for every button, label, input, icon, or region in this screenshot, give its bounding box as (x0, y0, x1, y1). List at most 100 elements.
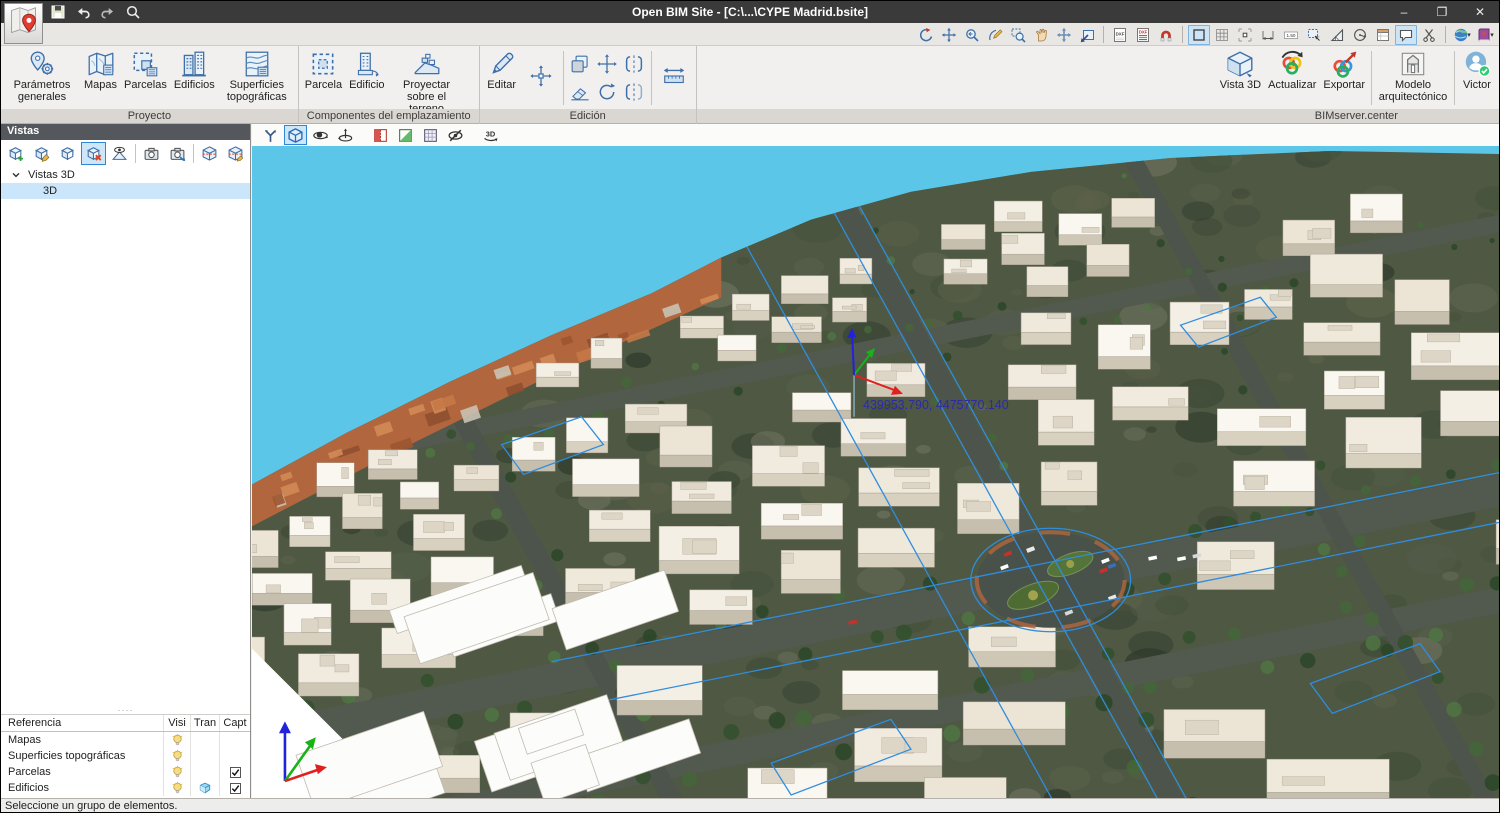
transparency-cube-icon[interactable] (190, 732, 219, 748)
clip-box-edit-icon[interactable] (223, 142, 248, 165)
ribbon-button-actualizar[interactable]: Actualizar (1265, 47, 1319, 93)
dimension-icon[interactable] (1257, 25, 1279, 45)
minimize-button[interactable]: – (1385, 1, 1423, 23)
visibility-bulb-icon[interactable] (163, 780, 190, 796)
ribbon-group-label: Componentes del emplazamiento (299, 109, 479, 124)
ribbon-button-edificio[interactable]: Edificio (346, 47, 387, 93)
hide-elements-icon[interactable] (444, 125, 467, 145)
orbit-center-icon[interactable] (1349, 25, 1371, 45)
angle-icon[interactable] (1326, 25, 1348, 45)
snap-magnet-icon[interactable] (1155, 25, 1177, 45)
redo-icon[interactable] (99, 3, 117, 21)
dxf-layers-icon[interactable]: DXF (1132, 25, 1154, 45)
transparency-cube-icon[interactable] (190, 748, 219, 764)
capture-checkbox[interactable] (219, 732, 250, 748)
ribbon-button-label: Edificio (349, 79, 384, 91)
ribbon-button-mirror-axis[interactable] (621, 50, 648, 78)
axes-tripod-icon[interactable] (259, 125, 282, 145)
dxf-template-icon[interactable]: DXF (1109, 25, 1131, 45)
3d-viewport-canvas[interactable]: 439953.790, 4475770.140 (252, 146, 1499, 798)
redraw-icon[interactable] (984, 25, 1006, 45)
ribbon-button-erase[interactable] (567, 78, 594, 106)
web-icon[interactable]: ▾ (1451, 25, 1473, 45)
table-row[interactable]: Parcelas (1, 764, 250, 780)
comment-icon[interactable] (1395, 25, 1417, 45)
solid-view-icon[interactable] (284, 125, 307, 145)
tree-root-label: Vistas 3D (28, 169, 75, 181)
layers-panel-icon[interactable] (1372, 25, 1394, 45)
import-view-icon[interactable] (1076, 25, 1098, 45)
ribbon-button-vista-3d[interactable]: Vista 3D (1217, 47, 1264, 93)
app-menu-button[interactable] (4, 3, 43, 44)
ribbon-button-modelo-arquitectonico[interactable]: Modelo arquitectónico (1375, 47, 1451, 105)
ortho-square-icon[interactable] (1188, 25, 1210, 45)
zoom-window-icon[interactable] (1007, 25, 1029, 45)
clip-box-icon[interactable] (197, 142, 222, 165)
export-screenshot-icon[interactable] (165, 142, 190, 165)
cut-icon[interactable] (1418, 25, 1440, 45)
ribbon-button-edificios[interactable]: Edificios (171, 47, 218, 93)
ribbon-group-3: Vista 3DActualizarExportarModelo arquite… (1214, 46, 1499, 124)
zoom-previous-icon[interactable] (961, 25, 983, 45)
ribbon-button-parcela[interactable]: Parcela (302, 47, 345, 93)
screenshot-icon[interactable] (139, 142, 164, 165)
orbit-view-icon[interactable] (309, 125, 332, 145)
rotate-3d-icon[interactable]: 3D (479, 125, 502, 145)
edit-view-icon[interactable] (29, 142, 54, 165)
section-fill-icon[interactable] (369, 125, 392, 145)
orbit-icon[interactable] (915, 25, 937, 45)
textures-icon[interactable] (394, 125, 417, 145)
help-book-icon[interactable]: ▾ (1474, 25, 1496, 45)
ribbon-button-exportar[interactable]: Exportar (1320, 47, 1368, 93)
ribbon-button-parcelas[interactable]: Parcelas (121, 47, 170, 93)
selection-window-icon[interactable] (1303, 25, 1325, 45)
pan-icon[interactable] (1030, 25, 1052, 45)
save-icon[interactable] (49, 3, 67, 21)
column-header-referencia[interactable]: Referencia (1, 717, 163, 729)
ribbon-button-copy[interactable] (567, 50, 594, 78)
perspective-icon[interactable] (107, 142, 132, 165)
dimension-150-icon[interactable]: 1.50 (1280, 25, 1302, 45)
ribbon-button-victor[interactable]: Victor (1458, 47, 1496, 93)
table-row[interactable]: Edificios (1, 780, 250, 796)
visibility-bulb-icon[interactable] (163, 764, 190, 780)
table-row[interactable]: Superficies topográficas (1, 748, 250, 764)
grid-icon[interactable] (1211, 25, 1233, 45)
column-header-tran[interactable]: Tran (190, 715, 219, 731)
visibility-bulb-icon[interactable] (163, 748, 190, 764)
ribbon-button-proyectar-sobre-el-terreno[interactable]: Proyectar sobre el terreno (389, 47, 465, 117)
capture-checkbox[interactable] (219, 780, 250, 796)
duplicate-view-icon[interactable] (55, 142, 80, 165)
close-button[interactable]: ✕ (1461, 1, 1499, 23)
ribbon-button-superficies-topograficas[interactable]: Superficies topográficas (219, 47, 295, 105)
table-row[interactable]: Mapas (1, 732, 250, 748)
move-view-icon[interactable] (1053, 25, 1075, 45)
ribbon-button-mapas[interactable]: Mapas (81, 47, 120, 93)
visibility-bulb-icon[interactable] (163, 732, 190, 748)
column-header-capt[interactable]: Capt (219, 715, 250, 731)
maximize-button[interactable]: ❐ (1423, 1, 1461, 23)
ribbon-button-editar[interactable]: Editar (483, 47, 521, 93)
ribbon-button-rotate[interactable] (594, 78, 621, 106)
delete-view-icon[interactable] (81, 142, 106, 165)
search-icon[interactable] (124, 3, 142, 21)
column-header-visi[interactable]: Visi (163, 715, 190, 731)
capture-checkbox[interactable] (219, 764, 250, 780)
ribbon-button-measure[interactable] (655, 47, 693, 105)
tree-item-3d[interactable]: 3D (1, 183, 250, 199)
turntable-icon[interactable] (334, 125, 357, 145)
ribbon-button-move[interactable] (594, 50, 621, 78)
ribbon-button-mirror-copy[interactable] (621, 78, 648, 106)
snap-point-icon[interactable] (1234, 25, 1256, 45)
ribbon-button-parametros-generales[interactable]: Parámetros generales (4, 47, 80, 105)
zoom-extents-icon[interactable] (938, 25, 960, 45)
transparency-cube-icon[interactable] (190, 780, 219, 796)
ribbon-button-move-node[interactable] (522, 47, 560, 105)
undo-icon[interactable] (74, 3, 92, 21)
panel-splitter[interactable]: ···· (1, 705, 250, 714)
transparency-cube-icon[interactable] (190, 764, 219, 780)
measure-grid-icon[interactable] (419, 125, 442, 145)
capture-checkbox[interactable] (219, 748, 250, 764)
tree-node-vistas-3d[interactable]: Vistas 3D (1, 167, 250, 183)
new-view-icon[interactable] (3, 142, 28, 165)
